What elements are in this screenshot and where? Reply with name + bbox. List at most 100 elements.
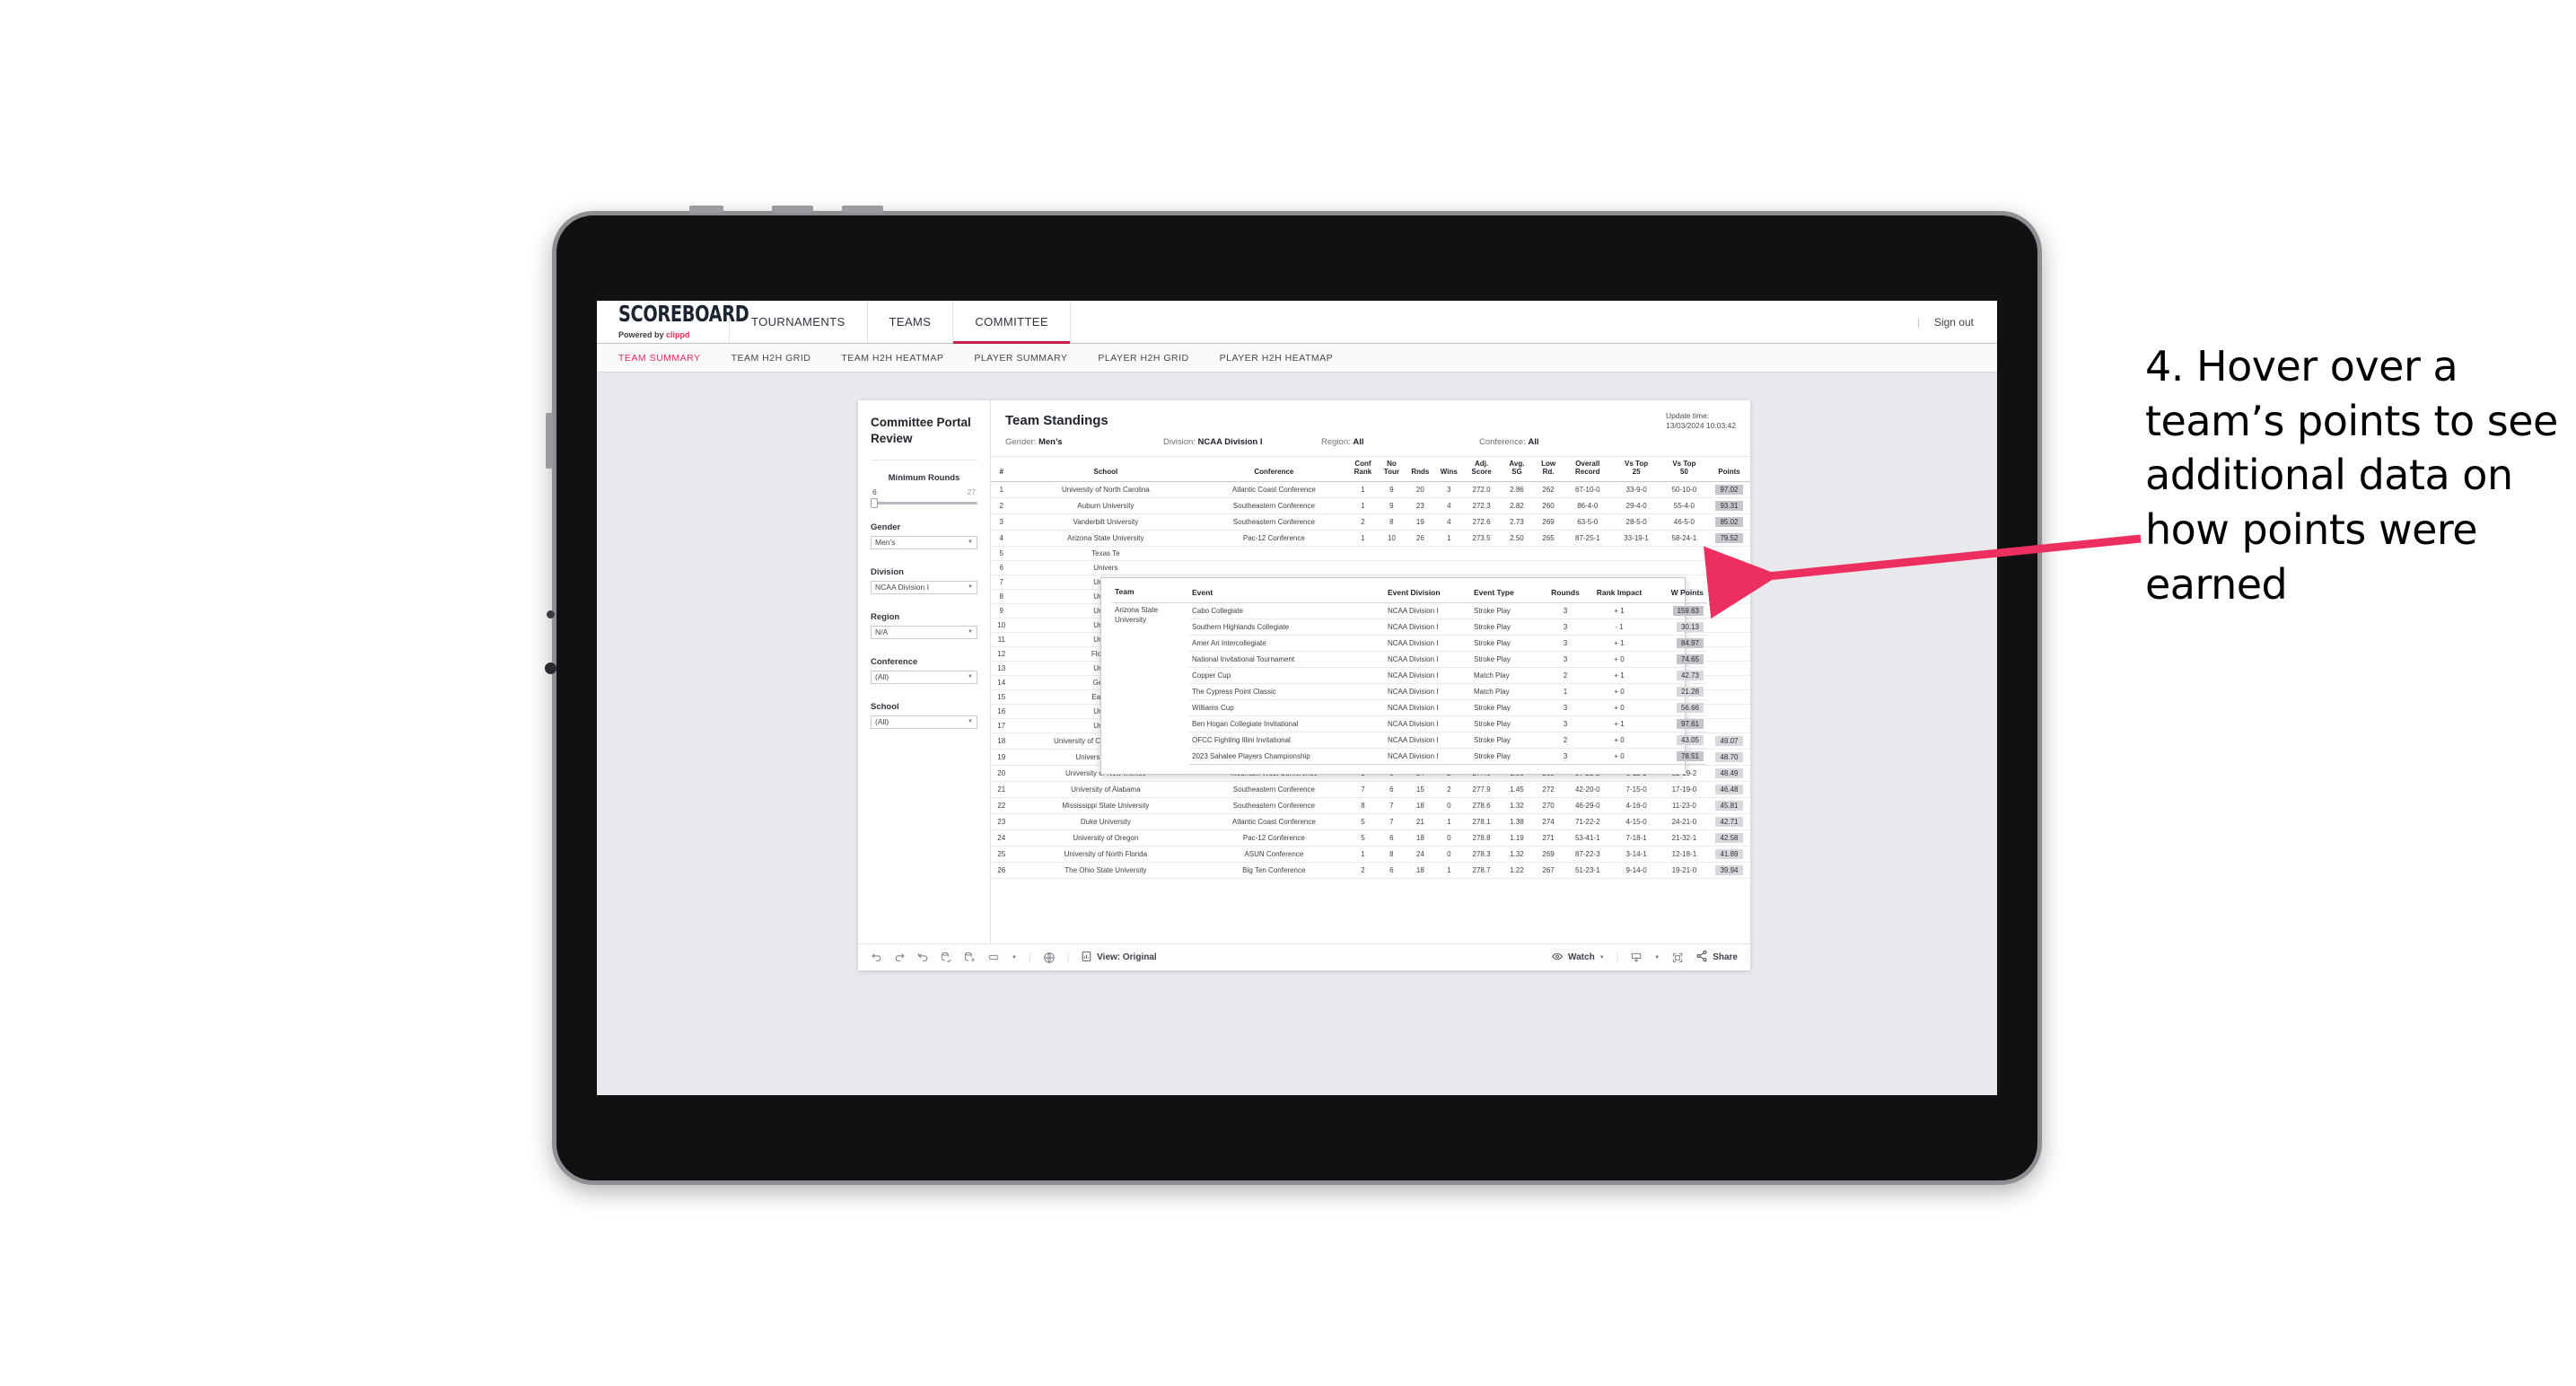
column-header-avg-sg[interactable]: Avg. SG xyxy=(1499,457,1535,482)
cell-points[interactable] xyxy=(1707,675,1750,690)
cell-conf xyxy=(1199,560,1349,575)
column-header-conf-rank[interactable]: Conf Rank xyxy=(1348,457,1378,482)
table-row[interactable]: 5 Texas Te xyxy=(991,546,1750,561)
undo-icon[interactable] xyxy=(871,952,882,963)
table-row[interactable]: 2 Auburn University Southeastern Conferenc… xyxy=(991,497,1750,514)
cell-points[interactable]: 85.02 xyxy=(1707,513,1750,531)
table-row[interactable]: 25 University of North Florida ASUN Confer… xyxy=(991,846,1750,863)
cell-points[interactable]: 48.70 xyxy=(1707,749,1750,766)
share-button[interactable]: Share xyxy=(1695,950,1738,965)
table-row[interactable]: 6 Univers xyxy=(991,560,1750,575)
column-header-vs-top-25[interactable]: Vs Top 25 xyxy=(1612,457,1660,482)
school-select[interactable]: (All) ▼ xyxy=(871,715,977,729)
division-select[interactable]: NCAA Division I ▼ xyxy=(871,580,977,594)
column-header-conference[interactable]: Conference xyxy=(1199,457,1349,482)
conference-select[interactable]: (All) ▼ xyxy=(871,670,977,684)
table-row[interactable]: 4 Arizona State University Pac-12 Conferen… xyxy=(991,530,1750,547)
side-button[interactable] xyxy=(546,413,553,469)
sensor-dot-icon xyxy=(547,610,555,618)
brand-logo[interactable]: SCOREBOARD Powered by clippd xyxy=(597,301,749,343)
minimum-rounds-slider[interactable] xyxy=(871,497,977,508)
cell-adj: 277.9 xyxy=(1463,781,1500,798)
volume-up-button[interactable] xyxy=(772,206,813,213)
subnav-tab-player-summary[interactable]: PLAYER SUMMARY xyxy=(974,353,1067,364)
table-row[interactable]: 22 Mississippi State University Southeaste… xyxy=(991,797,1750,814)
subnav-tab-player-h2h-heatmap[interactable]: PLAYER H2H HEATMAP xyxy=(1220,353,1333,364)
power-button[interactable] xyxy=(689,206,723,213)
subnav-tab-player-h2h-grid[interactable]: PLAYER H2H GRID xyxy=(1098,353,1188,364)
refresh-data-icon[interactable] xyxy=(941,952,952,963)
filter-group-gender: Gender Men’s ▼ xyxy=(871,522,977,549)
table-row[interactable]: 24 University of Oregon Pac-12 Conference 5… xyxy=(991,829,1750,847)
tooltip-cell-points: 43.05 xyxy=(1651,732,1706,750)
download-icon[interactable] xyxy=(1630,952,1643,964)
cell-rank: 20 xyxy=(991,765,1012,782)
column-header-low-rd[interactable]: Low Rd. xyxy=(1534,457,1564,482)
cell-no_tour: 7 xyxy=(1377,797,1406,814)
globe-icon[interactable] xyxy=(1043,952,1056,964)
table-row[interactable]: 3 Vanderbilt University Southeastern Confe… xyxy=(991,513,1750,531)
standings-header: Team Standings Update time: 13/03/2024 1… xyxy=(991,400,1750,457)
cell-points[interactable]: 97.02 xyxy=(1707,481,1750,498)
view-original-label: View: Original xyxy=(1097,952,1157,962)
column-header-overall-record[interactable]: Overall Record xyxy=(1563,457,1613,482)
table-row[interactable]: 21 University of Alabama Southeastern Conf… xyxy=(991,781,1750,798)
column-header-school[interactable]: School xyxy=(1012,457,1200,482)
column-header-no-tour[interactable]: No Tour xyxy=(1377,457,1406,482)
table-row[interactable]: 23 Duke University Atlantic Coast Conferen… xyxy=(991,813,1750,830)
column-header-[interactable]: # xyxy=(991,457,1012,482)
cell-points[interactable]: 48.49 xyxy=(1707,765,1750,782)
column-header-vs-top-50[interactable]: Vs Top 50 xyxy=(1660,457,1708,482)
redo-icon[interactable] xyxy=(894,952,906,963)
cell-low: 265 xyxy=(1534,530,1564,547)
column-header-wins[interactable]: Wins xyxy=(1434,457,1464,482)
cell-points[interactable]: 39.94 xyxy=(1707,862,1750,879)
cell-points[interactable]: 46.48 xyxy=(1707,781,1750,798)
signout-button[interactable]: Sign out xyxy=(1934,316,1974,329)
cell-points[interactable]: 93.31 xyxy=(1707,497,1750,514)
chevron-down-icon[interactable]: ▼ xyxy=(1654,955,1660,961)
view-original-button[interactable]: View: Original xyxy=(1081,951,1157,965)
volume-down-button[interactable] xyxy=(842,206,883,213)
cell-no_tour: 7 xyxy=(1377,813,1406,830)
tooltip-cell-event: Southern Highlands Collegiate xyxy=(1189,618,1385,636)
cell-t50: 50-10-0 xyxy=(1660,481,1708,498)
column-header-rnds[interactable]: Rnds xyxy=(1406,457,1435,482)
cell-points[interactable]: 42.58 xyxy=(1707,829,1750,847)
cell-points[interactable] xyxy=(1707,718,1750,733)
cell-points[interactable] xyxy=(1707,689,1750,705)
nav-tab-tournaments[interactable]: TOURNAMENTS xyxy=(730,301,868,343)
cell-points[interactable]: 45.81 xyxy=(1707,797,1750,814)
table-row[interactable]: 26 The Ohio State University Big Ten Confe… xyxy=(991,862,1750,879)
standings-table-container[interactable]: # School Conference Conf Rank No Tour Rnds Wins A… xyxy=(991,457,1750,943)
watch-button[interactable]: Watch ▼ xyxy=(1551,951,1605,965)
subnav-tab-team-summary[interactable]: TEAM SUMMARY xyxy=(618,353,701,364)
revert-icon[interactable] xyxy=(917,952,929,963)
cell-sg: 2.73 xyxy=(1499,513,1535,531)
pause-data-icon[interactable] xyxy=(964,952,976,963)
region-select[interactable]: N/A ▼ xyxy=(871,625,977,639)
fullscreen-icon[interactable] xyxy=(1671,952,1684,964)
cell-points[interactable] xyxy=(1707,661,1750,676)
gender-select[interactable]: Men’s ▼ xyxy=(871,535,977,549)
column-header-points[interactable]: Points xyxy=(1707,457,1750,482)
subnav-tab-team-h2h-grid[interactable]: TEAM H2H GRID xyxy=(732,353,811,364)
nav-tab-teams[interactable]: TEAMS xyxy=(868,301,954,343)
summary-region-value: All xyxy=(1353,437,1364,447)
chevron-down-icon[interactable]: ▼ xyxy=(1012,955,1017,961)
cell-points[interactable] xyxy=(1707,704,1750,719)
highlight-icon[interactable] xyxy=(987,952,1000,963)
cell-low xyxy=(1534,560,1564,575)
tooltip-cell-points: 97.61 xyxy=(1651,715,1706,733)
column-header-adj-score[interactable]: Adj. Score xyxy=(1463,457,1500,482)
cell-points[interactable]: 41.89 xyxy=(1707,846,1750,863)
cell-rank: 6 xyxy=(991,560,1012,575)
cell-points[interactable]: 49.07 xyxy=(1707,732,1750,750)
cell-points[interactable]: 42.71 xyxy=(1707,813,1750,830)
nav-tab-committee[interactable]: COMMITTEE xyxy=(953,301,1071,344)
slider-handle[interactable] xyxy=(871,497,878,508)
cell-adj: 278.8 xyxy=(1463,829,1500,847)
subnav-tab-team-h2h-heatmap[interactable]: TEAM H2H HEATMAP xyxy=(841,353,943,364)
table-row[interactable]: 1 University of North Carolina Atlantic Co… xyxy=(991,481,1750,498)
tooltip-cell-event: Amer Ari Intercollegiate xyxy=(1189,635,1385,653)
